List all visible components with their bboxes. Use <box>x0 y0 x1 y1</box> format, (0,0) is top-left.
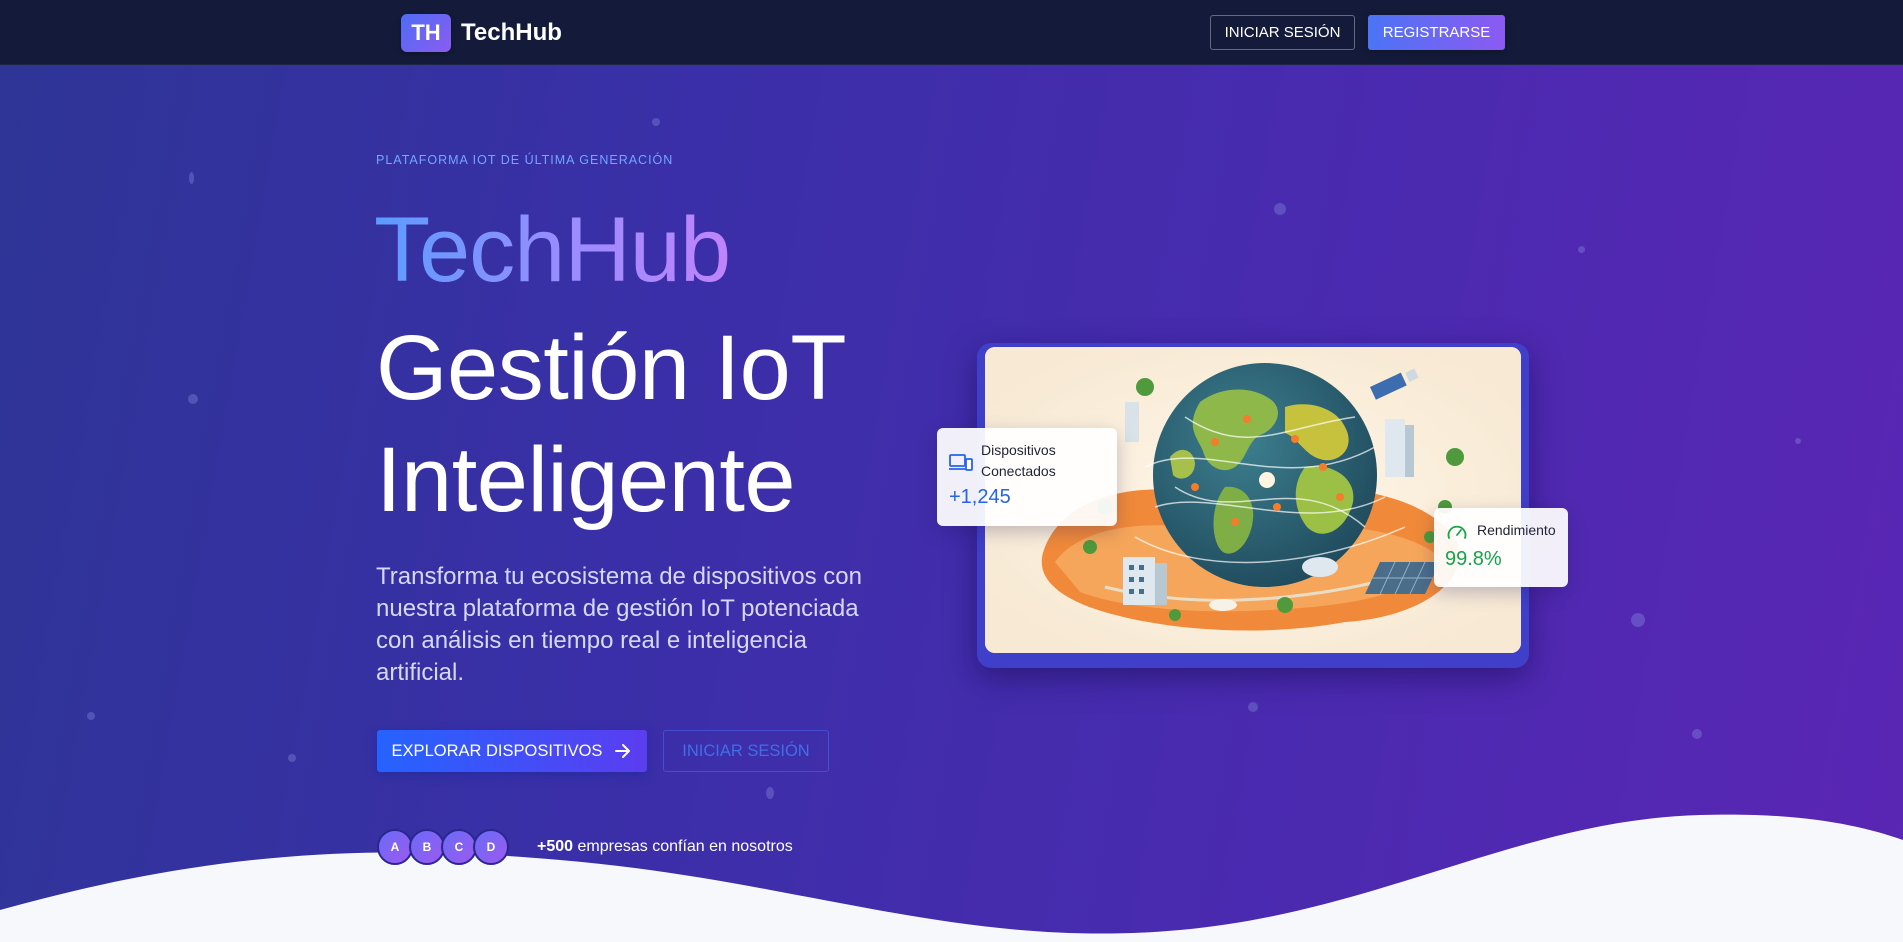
devices-stat-card: Dispositivos Conectados +1,245 <box>937 428 1117 526</box>
avatar: C <box>441 829 477 865</box>
devices-stat-value: +1,245 <box>949 486 1011 508</box>
trust-statement: +500 empresas confían en nosotros <box>537 838 793 856</box>
nav-login-button[interactable]: INICIAR SESIÓN <box>1210 15 1355 50</box>
explore-devices-label: EXPLORAR DISPOSITIVOS <box>391 741 603 760</box>
brand-mark: TH <box>401 14 451 52</box>
wave-divider <box>0 814 1903 942</box>
devices-icon <box>949 452 973 477</box>
brand-name: TechHub <box>461 19 562 46</box>
devices-stat-label: Dispositivos Conectados <box>981 442 1056 479</box>
performance-stat-card: Rendimiento 99.8% <box>1434 508 1568 587</box>
arrow-right-icon <box>614 743 632 759</box>
avatar: A <box>377 829 413 865</box>
particle <box>1795 438 1801 444</box>
particle <box>766 787 774 799</box>
performance-stat-value: 99.8% <box>1445 548 1502 570</box>
particle <box>1578 246 1585 253</box>
particle <box>189 172 194 184</box>
performance-stat-label: Rendimiento <box>1477 522 1556 538</box>
customer-avatars: A B C D <box>377 829 517 867</box>
hero-title-line1: Gestión IoT <box>376 317 847 419</box>
particle <box>1692 729 1702 739</box>
particle <box>1248 702 1258 712</box>
speedometer-icon <box>1446 522 1468 547</box>
particle <box>1631 613 1645 627</box>
hero-title-brand: TechHub <box>374 199 731 301</box>
particle <box>1274 203 1286 215</box>
hero-subtitle: Transforma tu ecosistema de dispositivos… <box>376 563 862 686</box>
particle <box>652 118 660 126</box>
trust-count: +500 <box>537 838 574 855</box>
particle <box>288 754 296 762</box>
trust-text: empresas confían en nosotros <box>577 838 793 855</box>
brand-logo[interactable]: TH TechHub <box>401 14 562 52</box>
explore-devices-button[interactable]: EXPLORAR DISPOSITIVOS <box>377 730 647 772</box>
avatar: B <box>409 829 445 865</box>
nav-register-button[interactable]: REGISTRARSE <box>1368 15 1505 50</box>
avatar: D <box>473 829 509 865</box>
hero-eyebrow: PLATAFORMA IOT DE ÚLTIMA GENERACIÓN <box>376 153 674 167</box>
hero-title-line2: Inteligente <box>376 429 796 531</box>
hero-login-button[interactable]: INICIAR SESIÓN <box>663 730 829 772</box>
top-navbar: TH TechHub INICIAR SESIÓN REGISTRARSE <box>0 0 1903 65</box>
particle <box>188 394 198 404</box>
particle <box>87 712 95 720</box>
